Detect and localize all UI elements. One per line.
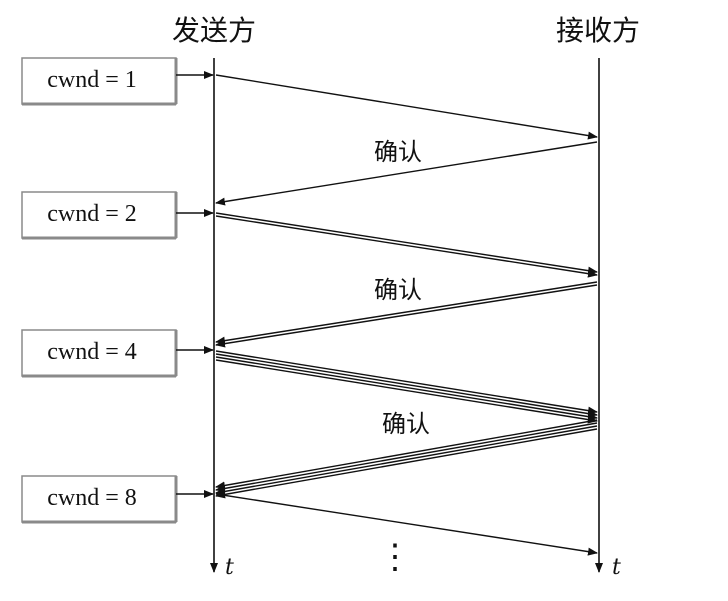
ack-label-2: 确认 — [374, 276, 422, 304]
cwnd-box-2: cwnd = 2 — [21, 191, 178, 240]
slow-start-diagram: 发送方 接收方 t t ⋮ cwnd = 1 cwnd = 2 cwnd = 4 — [0, 0, 728, 596]
receiver-label: 接收方 — [556, 14, 640, 47]
cwnd-label: cwnd = 2 — [47, 201, 137, 227]
data-segment-arrow — [215, 353, 598, 418]
receiver-time-label: t — [612, 555, 621, 580]
cwnd-label: cwnd = 1 — [47, 67, 137, 93]
diagram-canvas: 发送方 接收方 t t ⋮ cwnd = 1 cwnd = 2 cwnd = 4 — [21, 14, 640, 580]
data-segment-arrow — [215, 74, 598, 140]
ack-label-1: 确认 — [374, 138, 422, 166]
ack-label-3: 确认 — [382, 410, 430, 438]
sender-label: 发送方 — [172, 14, 256, 47]
cwnd-label: cwnd = 4 — [47, 339, 137, 365]
data-segment-arrow — [215, 215, 598, 278]
ack-arrow — [215, 428, 598, 499]
cwnd-box-4: cwnd = 4 — [21, 329, 178, 378]
cwnd-box-1: cwnd = 1 — [21, 57, 178, 106]
cwnd-label: cwnd = 8 — [47, 485, 137, 511]
cwnd-box-8: cwnd = 8 — [21, 475, 178, 524]
sender-time-label: t — [225, 555, 234, 580]
data-segment-arrow — [215, 356, 598, 421]
data-segment-arrow — [215, 350, 598, 415]
continuation-dots: ⋮ — [378, 537, 412, 577]
data-segment-arrow — [215, 212, 598, 275]
